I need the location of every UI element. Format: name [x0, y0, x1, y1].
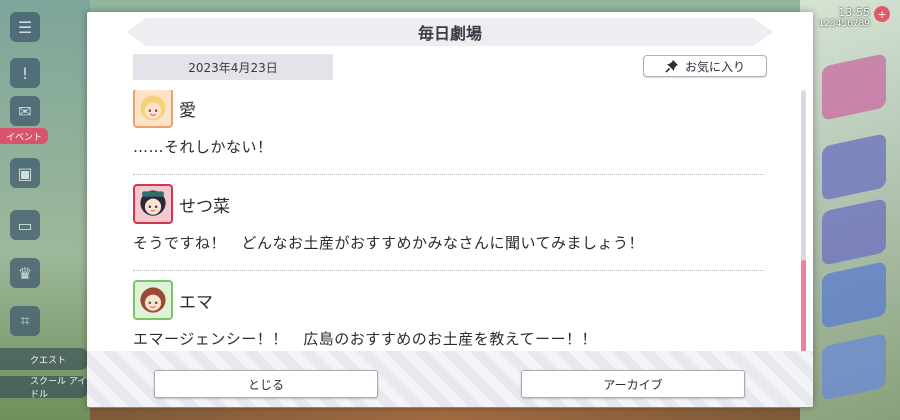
dialog-title: 毎日劇場: [127, 18, 773, 46]
add-currency-icon: +: [874, 6, 890, 22]
dialogue-entry: エマ エマージェンシー！！ 広島のおすすめのお土産を教えてーー！！: [133, 278, 765, 349]
speaker-name: せつ菜: [179, 196, 230, 217]
hamburger-menu-icon: ☰: [10, 12, 40, 42]
avatar-setsuna: [133, 184, 173, 224]
status-time: 13:55: [838, 6, 870, 19]
trophy-icon: ♛: [10, 258, 40, 288]
entry-divider: [133, 174, 765, 175]
right-menu-panel: [800, 0, 900, 420]
archive-button[interactable]: アーカイブ: [521, 370, 745, 398]
status-readout: 13:55 123456789: [818, 6, 870, 29]
background-floor: [90, 408, 800, 420]
right-tile: [822, 198, 886, 266]
gift-icon: ▣: [10, 158, 40, 188]
school-idol-menu-label: スクール アイドル: [0, 376, 88, 400]
close-button[interactable]: とじる: [154, 370, 378, 398]
speaker-name: 愛: [179, 100, 196, 121]
right-tile: [822, 133, 886, 201]
quest-menu-label: クエスト: [0, 348, 88, 370]
right-tile: [822, 333, 886, 401]
notice-icon: !: [10, 58, 40, 88]
favorite-button-label: お気に入り: [684, 59, 745, 74]
avatar-ai: [133, 90, 173, 128]
camera-icon: ⌗: [10, 306, 40, 336]
dialogue-entry: 愛 ……それしかない！: [133, 90, 765, 157]
entry-divider: [133, 270, 765, 271]
dialogue-line: ……それしかない！: [133, 138, 273, 156]
mail-icon: ✉: [10, 96, 40, 126]
dialogue-line: そうですね！ どんなお土産がおすすめかみなさんに聞いてみましょう！: [133, 234, 645, 252]
daily-theater-dialog: 毎日劇場 2023年4月23日 お気に入り 愛 ……それしかない！ せつ菜 そう…: [87, 12, 813, 407]
event-tag: イベント: [0, 128, 48, 144]
favorite-button[interactable]: お気に入り: [643, 55, 767, 77]
speaker-name: エマ: [179, 292, 213, 313]
dialogue-scroll-area[interactable]: 愛 ……それしかない！ せつ菜 そうですね！ どんなお土産がおすすめかみなさんに…: [133, 90, 765, 358]
scrollbar-thumb[interactable]: [801, 260, 806, 361]
right-tile: [822, 261, 886, 329]
status-currency: 123456789: [818, 19, 870, 29]
date-label: 2023年4月23日: [133, 54, 333, 80]
avatar-emma: [133, 280, 173, 320]
pin-icon: [665, 60, 678, 73]
monitor-icon: ▭: [10, 210, 40, 240]
right-tile: [822, 53, 886, 121]
dialogue-line: エマージェンシー！！ 広島のおすすめのお土産を教えてーー！！: [133, 330, 597, 348]
left-menu-panel: ☰ ! ✉ イベント ▣ ▭ ♛ ⌗ クエスト スクール アイドル: [0, 0, 90, 420]
dialogue-entry: せつ菜 そうですね！ どんなお土産がおすすめかみなさんに聞いてみましょう！: [133, 182, 765, 253]
